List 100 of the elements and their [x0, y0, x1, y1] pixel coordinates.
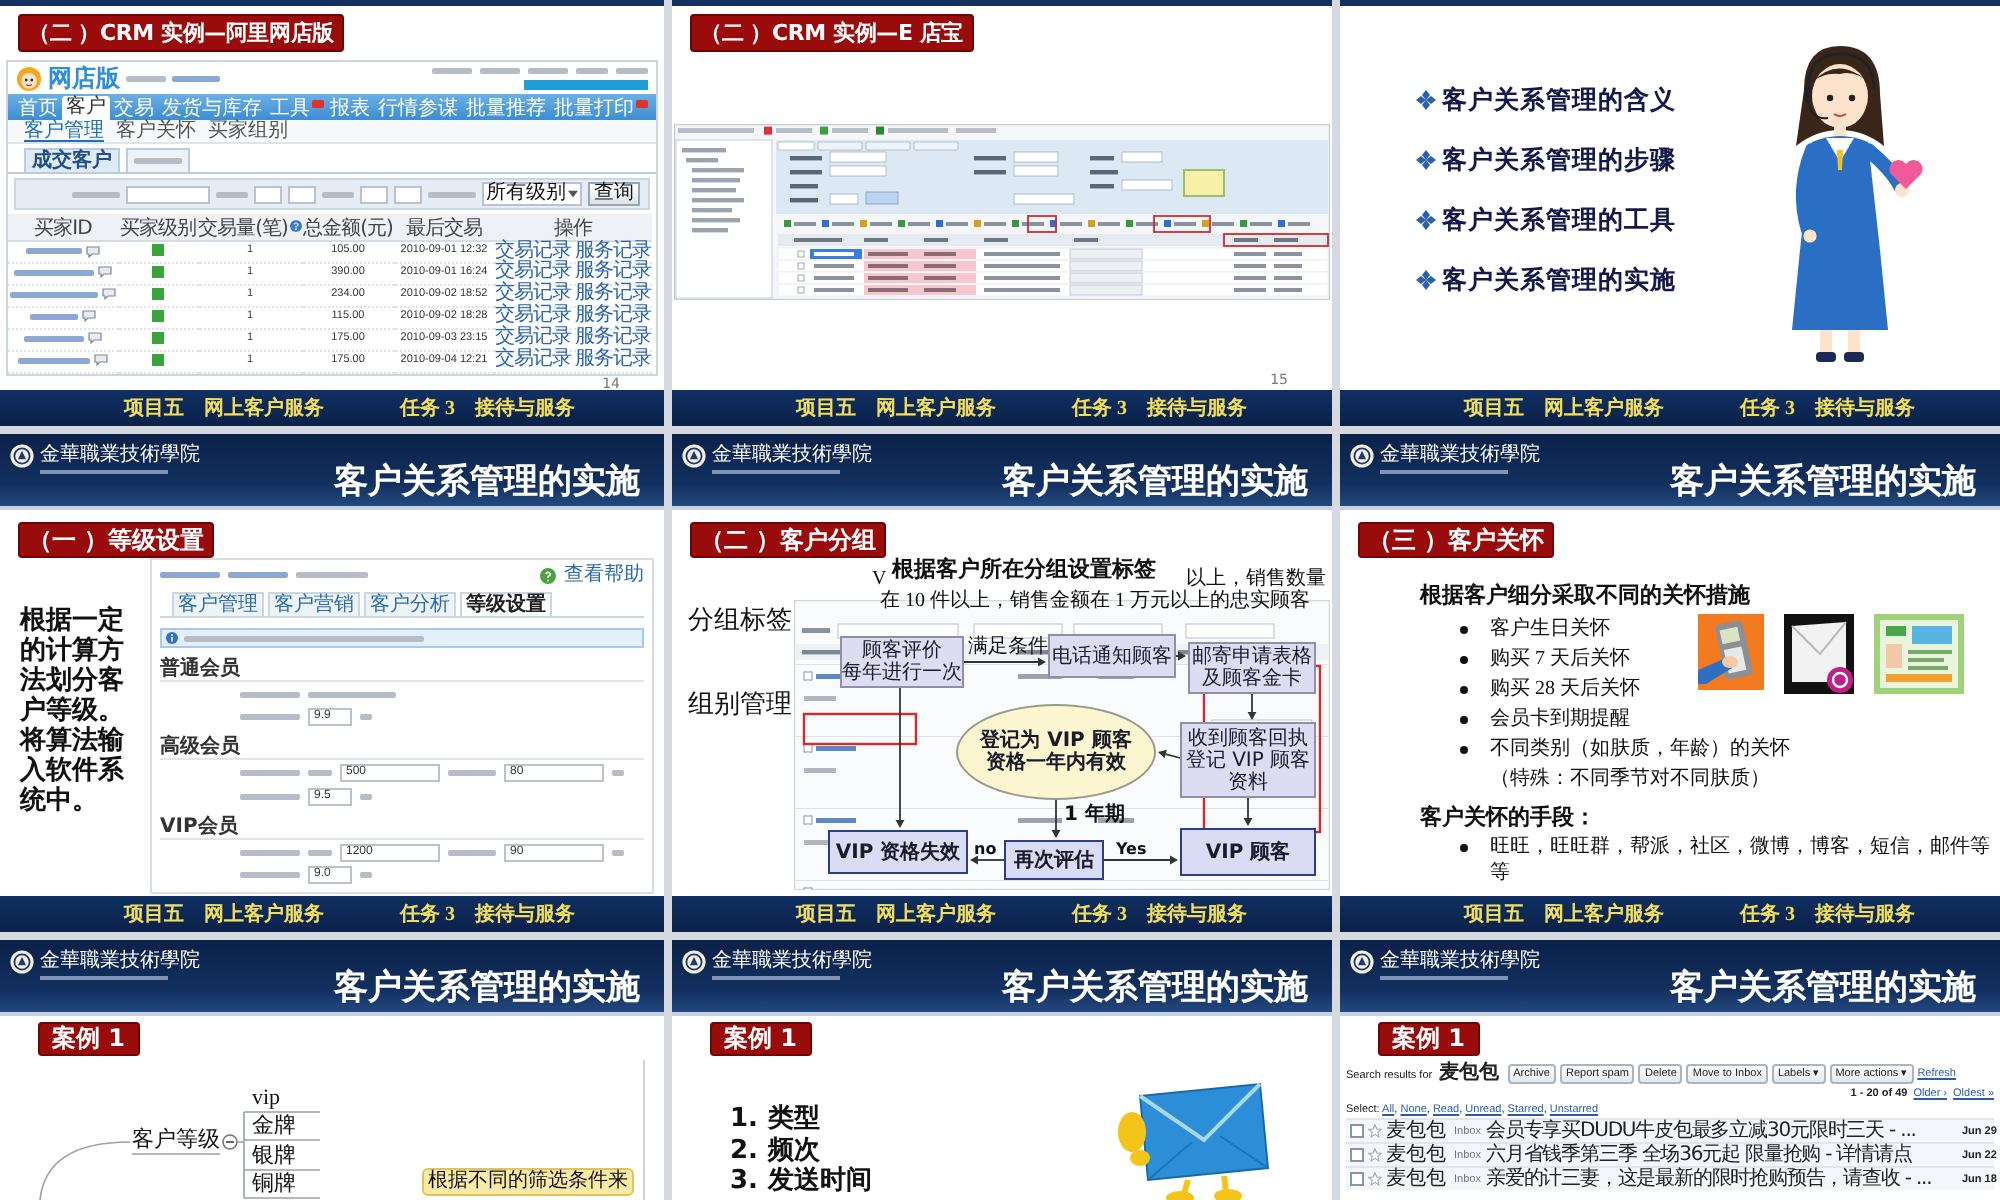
slide-thumbnail[interactable]: 金華職業技術學院 客户关系管理的实施 案例 1 客户等级 vip 金牌 银牌 铜牌 根据不同的筛选条件来 [0, 940, 664, 1200]
heart-icon [1888, 158, 1924, 190]
blurred-text[interactable] [10, 291, 98, 298]
slide-text: 根据一定的计算方法划分客户等级。将算法输入软件系统中。 [20, 604, 124, 818]
footer-text: 任务 3 接待与服务 [1740, 901, 1915, 928]
settings-tab[interactable]: 客户营销 [268, 591, 360, 615]
subnav-link[interactable]: 买家组别 [208, 121, 288, 141]
nav-tab[interactable]: 客户 [62, 96, 110, 120]
column-header: 总金额(元) [303, 218, 393, 240]
record-link[interactable]: 交易记录 [495, 284, 571, 305]
phone-in-hand-icon [1698, 614, 1764, 690]
slide-thumbnail[interactable]: 金華職業技術學院 客户关系管理的实施 （三 ）客户关怀 根据客户细分采取不同的关怀措施 客户生日关怀 购买 7 天后关怀 购买 28 天后关怀 会员卡到期提醒 不同类别（如肤质，年龄）的关怀 （特殊：不同季节对不同肤质） 客户关怀的手段： 旺旺，旺旺群，帮派，社区，微博，博客，短信，邮件等等 项目五 网上客户服务 任务 3 接待与服务 [1340, 434, 2000, 932]
input-field[interactable] [254, 185, 282, 203]
diamond-bullet-icon [1416, 270, 1436, 290]
level-select[interactable]: 所有级别 [482, 182, 582, 206]
banner-link[interactable] [524, 79, 648, 89]
slide-thumbnail[interactable]: 金華職業技術學院 客户关系管理的实施 案例 1 1. 类型 2. 频次 3. 发送时间 [672, 940, 1332, 1200]
input-field[interactable] [394, 185, 422, 203]
blurred-text [528, 67, 568, 73]
flow-arrow [1051, 799, 1061, 838]
note-text: 在 10 件以上，销售金额在 1 万元以上的忠实顾客 [880, 590, 1310, 612]
blurred-text [308, 770, 332, 776]
blurred-text[interactable] [30, 313, 78, 320]
slide-thumbnail[interactable] [672, 434, 1332, 932]
message-subject: 亲爱的计三妻，这是最新的限时抢购预告，请查收 - ... [1486, 1169, 1934, 1189]
record-link[interactable]: 服务记录 [575, 262, 651, 283]
blurred-text [240, 770, 300, 776]
section-label: （二 ）客户分组 [692, 524, 885, 556]
mindmap-label: 金牌 [252, 1114, 296, 1138]
input-field[interactable] [288, 185, 316, 203]
blurred-text[interactable] [24, 335, 84, 342]
checkbox[interactable] [1350, 1172, 1364, 1186]
help-icon[interactable] [289, 219, 302, 232]
section-label: 案例 1 [712, 1024, 810, 1054]
input-field[interactable] [360, 185, 388, 203]
blurred-text[interactable] [18, 357, 90, 364]
blurred-text [432, 67, 472, 73]
outline-item: 客户关系管理的含义 [1442, 83, 1676, 117]
record-link[interactable]: 服务记录 [575, 350, 651, 371]
record-link[interactable]: 交易记录 [495, 328, 571, 349]
help-link[interactable]: 查看帮助 [564, 565, 644, 585]
subnav-link[interactable]: 客户关怀 [116, 121, 196, 141]
blurred-text [308, 691, 396, 697]
blurred-text [240, 691, 300, 697]
record-link[interactable]: 服务记录 [575, 328, 651, 349]
record-link[interactable]: 交易记录 [495, 350, 571, 371]
footer-text: 项目五 网上客户服务 [124, 900, 324, 928]
settings-tab[interactable]: 等级设置 [460, 591, 552, 615]
subnav-link[interactable]: 客户管理 [24, 121, 104, 141]
slide-thumbnail[interactable] [1340, 940, 2000, 1200]
filter-tab[interactable] [126, 148, 190, 172]
college-name: 金華職業技術學院 [1380, 444, 1540, 466]
list-item: 不同类别（如肤质，年龄）的关怀 [1490, 735, 1790, 764]
search-button[interactable]: 查询 [588, 182, 640, 206]
list-item: 频次 [767, 1135, 820, 1166]
slide-thumbnail[interactable] [0, 0, 664, 426]
blurred-text [172, 75, 220, 81]
star-icon[interactable] [1368, 1172, 1382, 1186]
star-icon[interactable] [1368, 1124, 1382, 1138]
slide-subtitle: 客户关怀的手段： [1420, 806, 1598, 832]
blurred-text [240, 714, 300, 720]
callout-note: 根据不同的筛选条件来 [422, 1168, 634, 1196]
blurred-text [216, 191, 248, 197]
college-emblem-icon [10, 444, 34, 468]
column-header: 交易量(笔) [198, 218, 288, 240]
settings-tab[interactable]: 客户管理 [172, 591, 264, 615]
blurred-text [612, 770, 624, 776]
group-title: 普通会员 [160, 657, 240, 679]
slide-thumbnail[interactable]: 客户关系管理的含义 客户关系管理的步骤 客户关系管理的工具 客户关系管理的实施 项目五 网上客户服务 任务 3 接待与服务 [1340, 0, 2000, 426]
outline-item: 客户关系管理的工具 [1442, 203, 1676, 237]
flow-label: no [974, 838, 997, 860]
list-number: 1. [730, 1104, 758, 1135]
connector-line [643, 1059, 645, 1200]
shop-logo: 网店版 [48, 64, 120, 92]
footer-text: 任务 3 接待与服务 [1740, 395, 1915, 422]
group-title: 高级会员 [160, 736, 240, 758]
footer-text: 任务 3 接待与服务 [400, 395, 575, 422]
record-link[interactable]: 服务记录 [575, 306, 651, 327]
blurred-text[interactable] [14, 269, 94, 276]
checkbox[interactable] [1350, 1124, 1364, 1138]
blurred-text [360, 793, 372, 799]
collapse-icon[interactable] [222, 1134, 238, 1150]
blurred-text [296, 572, 368, 578]
section-label: 案例 1 [1380, 1024, 1478, 1054]
record-link[interactable]: 交易记录 [495, 262, 571, 283]
slide-title: 客户关系管理的实施 [334, 462, 640, 502]
star-icon[interactable] [1368, 1148, 1382, 1162]
settings-tab[interactable]: 客户分析 [364, 591, 456, 615]
mindmap-label: 银牌 [252, 1144, 296, 1168]
filter-tab[interactable]: 成交客户 [24, 148, 120, 172]
footer-text: 项目五 网上客户服务 [124, 394, 324, 422]
input-field[interactable] [126, 185, 210, 203]
diamond-bullet-icon [1416, 150, 1436, 170]
record-link[interactable]: 服务记录 [575, 241, 651, 261]
record-link[interactable]: 交易记录 [495, 241, 571, 261]
note-text: 以上，销售数量 [1186, 568, 1326, 590]
record-link[interactable]: 服务记录 [575, 284, 651, 305]
record-link[interactable]: 交易记录 [495, 306, 571, 327]
checkbox[interactable] [1350, 1148, 1364, 1162]
blurred-text [480, 67, 520, 73]
